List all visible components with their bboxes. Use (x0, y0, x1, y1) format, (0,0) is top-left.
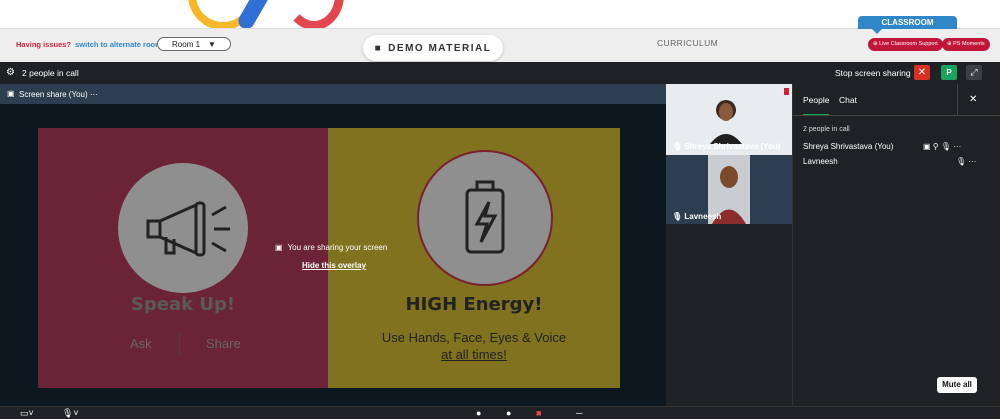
more-icon[interactable]: ··· (90, 90, 98, 99)
close-icon: ✕ (917, 67, 927, 78)
fullscreen-button[interactable]: ⤢ (966, 65, 982, 80)
speak-up-panel: Speak Up! Ask Share (38, 128, 328, 388)
more-icon[interactable]: ··· (953, 142, 961, 151)
share-label: Share (206, 336, 241, 351)
logo-arc-red (284, 0, 344, 30)
room-select[interactable]: Room 1 ▼ (157, 37, 231, 51)
expand-icon: ⤢ (970, 67, 978, 77)
close-panel-icon[interactable]: ✕ (969, 94, 977, 105)
camera-toggle-icon[interactable]: ● (506, 408, 511, 418)
megaphone-icon (146, 201, 230, 257)
tile-label-lavneesh: 🎙 Lavneesh (672, 212, 721, 221)
mic-icon: 🎙 (672, 142, 685, 151)
ask-share-divider (179, 333, 180, 355)
high-energy-panel: HIGH Energy! Use Hands, Face, Eyes & Voi… (328, 128, 620, 388)
folder-icon: ■ (374, 42, 383, 54)
person-row-you: Shreya Shrivastava (You) (803, 142, 894, 151)
live-support-button[interactable]: ⊕ Live Classroom Support (868, 38, 943, 51)
panel-count: 2 people in call (803, 126, 850, 133)
tile-label-you: 🎙 Shreya Shrivastava (You) (672, 142, 780, 151)
mic-icon: 🎙 (672, 212, 685, 221)
ps-moments-label: PS Moments (953, 41, 985, 47)
mic-toggle-icon[interactable]: ● (476, 408, 481, 418)
live-support-label: Live Classroom Support (879, 41, 938, 47)
layout-icon[interactable]: ▭˅ (20, 408, 34, 419)
mic-icon[interactable]: 🎙 (956, 157, 968, 166)
battery-icon (465, 180, 505, 254)
room-select-value: Room 1 (172, 39, 201, 49)
pin-icon[interactable]: ⚲ (933, 142, 941, 151)
more-options-icon[interactable]: ─ (576, 408, 582, 418)
demo-material-label: DEMO MATERIAL (388, 42, 492, 54)
screen-icon: ▣ (7, 89, 15, 98)
tab-chat[interactable]: Chat (839, 95, 857, 105)
ask-label: Ask (130, 336, 152, 351)
gear-icon[interactable]: ⚙ (6, 67, 15, 78)
people-in-call: 2 people in call (22, 68, 79, 78)
person-row-lavneesh: Lavneesh (803, 157, 838, 166)
presence-badge[interactable]: P (941, 65, 957, 80)
high-energy-text: Use Hands, Face, Eyes & Voice at all tim… (328, 329, 620, 363)
issues-notice: Having issues? switch to alternate room (16, 40, 162, 49)
alternate-room-link[interactable]: switch to alternate room (75, 40, 162, 49)
tab-people[interactable]: People (803, 95, 830, 116)
sharing-overlay-text: You are sharing your screen (287, 243, 388, 252)
sharing-overlay: ▣ You are sharing your screen (275, 243, 387, 252)
tile-column-bg (666, 224, 792, 406)
battery-circle (417, 150, 553, 286)
curriculum-tab[interactable]: CURRICULUM (657, 38, 718, 48)
more-icon[interactable]: ··· (968, 157, 976, 166)
stop-sharing-label: Stop screen sharing (835, 68, 911, 78)
stop-sharing-button[interactable]: ✕ (914, 65, 930, 80)
shared-slide: Speak Up! Ask Share HIGH Energy! Use Han… (38, 128, 620, 388)
mic-icon[interactable]: 🎙 (941, 142, 953, 151)
high-energy-line1: Use Hands, Face, Eyes & Voice (381, 330, 567, 345)
ps-moments-button[interactable]: ⊕ PS Moments (942, 38, 990, 51)
tile-name-you: Shreya Shrivastava (You) (684, 142, 781, 151)
screen-share-label: Screen share (You) ··· (19, 90, 98, 99)
high-energy-title: HIGH Energy! (405, 294, 543, 315)
issues-text: Having issues? (16, 40, 72, 49)
panel-header-border (793, 115, 1000, 116)
person-controls-lavneesh: 🎙 ··· (956, 157, 976, 166)
screen-icon: ▣ (923, 142, 933, 151)
bottom-controls (0, 406, 1000, 419)
share-screen-icon[interactable]: ■ (536, 408, 541, 418)
tile-name-lavneesh: Lavneesh (684, 212, 722, 221)
screen-share-icon: ▣ (275, 243, 283, 252)
megaphone-circle (118, 163, 248, 293)
screen-share-tab[interactable]: ▣ Screen share (You) ··· (0, 84, 666, 104)
mute-all-button[interactable]: Mute all (937, 377, 977, 393)
screen-share-text: Screen share (You) (19, 90, 88, 99)
speak-up-title: Speak Up! (130, 294, 236, 315)
panel-divider (957, 84, 958, 115)
high-energy-line2: at all times! (441, 347, 507, 362)
caret-down-icon: ▼ (208, 39, 216, 49)
demo-material-button[interactable]: ■ DEMO MATERIAL (363, 35, 503, 61)
mic-menu-icon[interactable]: 🎙˅ (62, 408, 79, 419)
person-controls-you: ▣ ⚲ 🎙 ··· (923, 142, 961, 151)
hide-overlay-link[interactable]: Hide this overlay (302, 261, 366, 270)
people-panel: People Chat ✕ 2 people in call Shreya Sh… (792, 84, 1000, 406)
classroom-tab[interactable]: CLASSROOM (858, 16, 957, 34)
call-header: ⚙ 2 people in call Stop screen sharing (0, 62, 1000, 84)
